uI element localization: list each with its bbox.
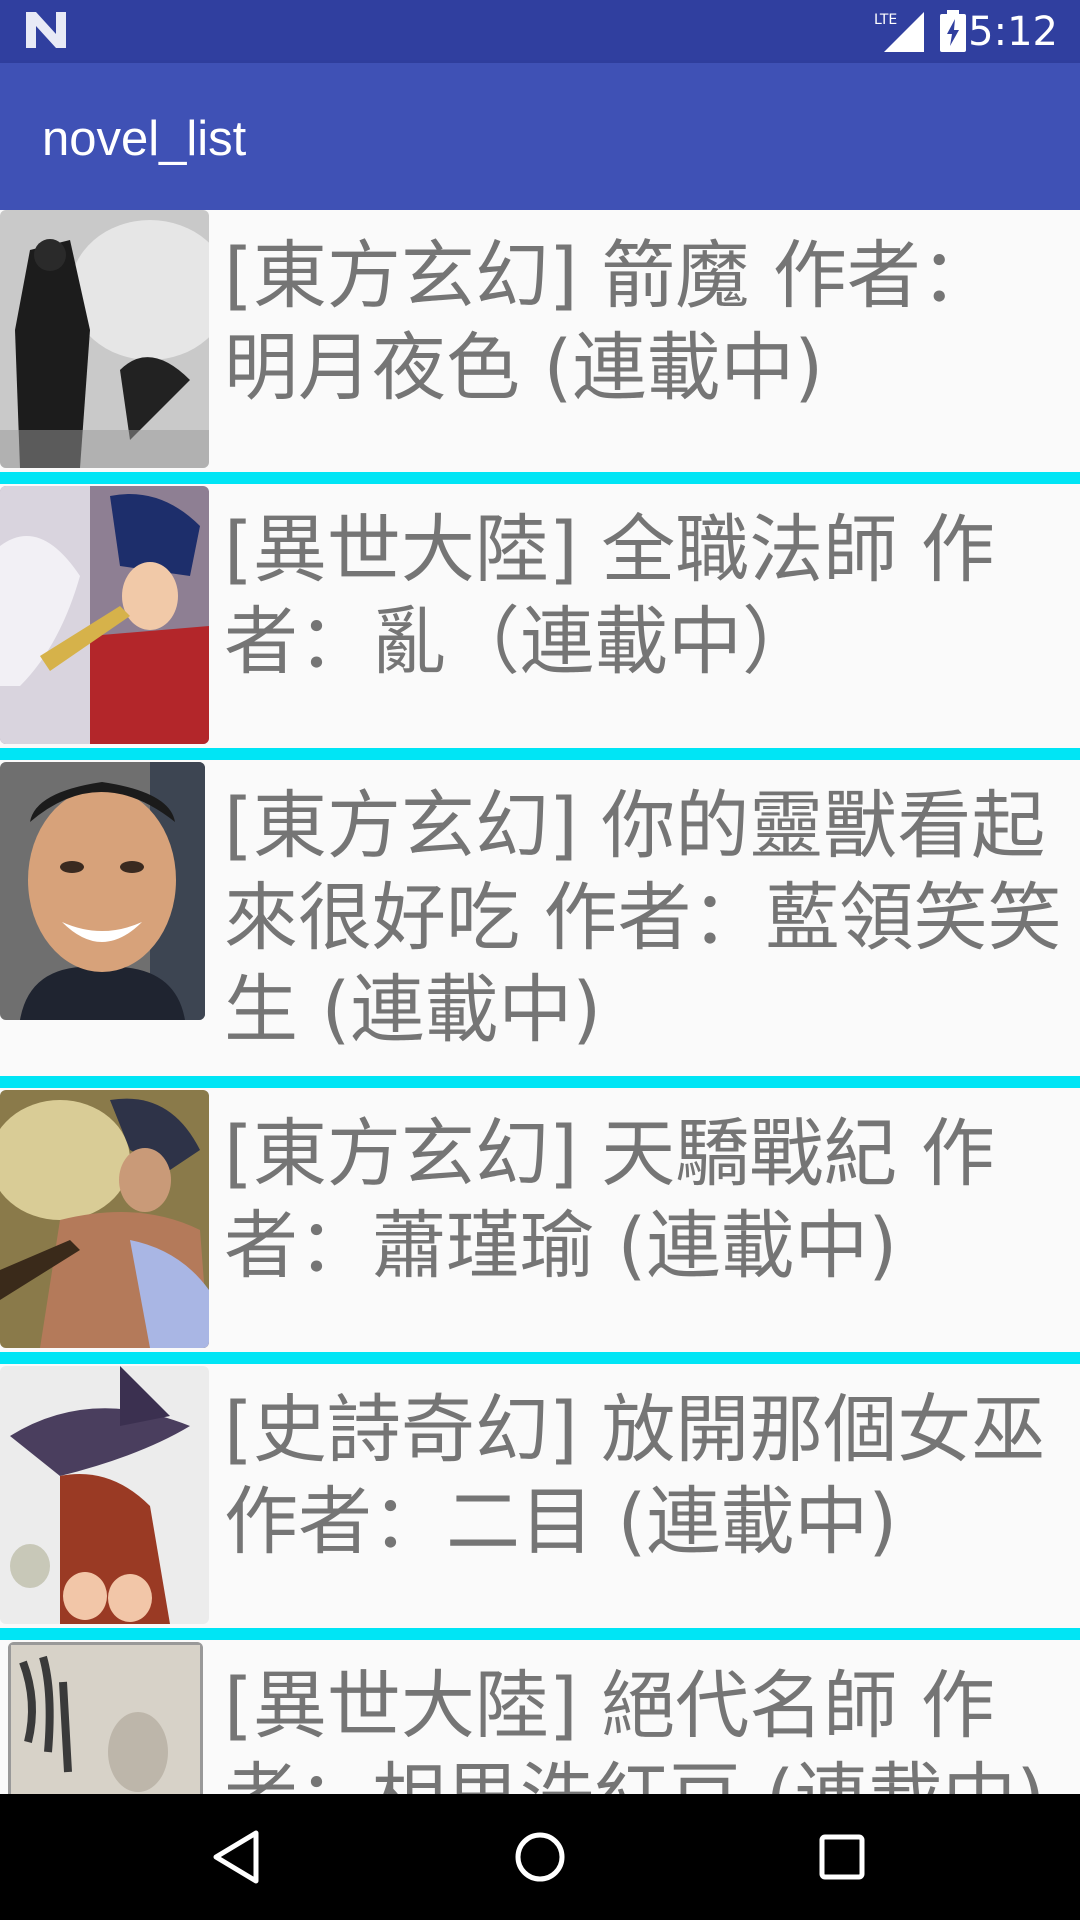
status-bar: LTE 5:12	[0, 0, 1080, 63]
cover-art-anime-mages	[0, 486, 209, 744]
cover-art-warrior	[0, 1090, 209, 1348]
app-title: novel_list	[42, 112, 247, 166]
novel-cover-image	[0, 486, 209, 744]
list-divider	[0, 472, 1080, 484]
novel-cover-image	[0, 1366, 209, 1624]
novel-list-item[interactable]: [史詩奇幻] 放開那個女巫 作者：二目 (連載中)	[0, 1364, 1080, 1628]
novel-title: [異世大陸] 全職法師 作者：亂（連載中）	[224, 507, 995, 685]
novel-list-item[interactable]: [東方玄幻] 你的靈獸看起來很好吃 作者：藍領笑笑生 (連載中)	[0, 760, 1080, 1076]
novel-list-item[interactable]: [東方玄幻] 箭魔 作者：明月夜色 (連載中)	[0, 210, 1080, 472]
novel-title: [東方玄幻] 你的靈獸看起來很好吃 作者：藍領笑笑生 (連載中)	[224, 783, 1062, 1053]
novel-list-item[interactable]: [東方玄幻] 天驕戰紀 作者：蕭瑾瑜 (連載中)	[0, 1088, 1080, 1352]
novel-title: [東方玄幻] 天驕戰紀 作者：蕭瑾瑜 (連載中)	[224, 1111, 995, 1289]
novel-title: [史詩奇幻] 放開那個女巫 作者：二目 (連載中)	[224, 1387, 1046, 1565]
recents-square-icon[interactable]	[810, 1825, 874, 1889]
n-logo-icon	[26, 12, 66, 48]
list-divider	[0, 1352, 1080, 1364]
lte-signal-icon: LTE	[874, 12, 924, 52]
novel-cover-image	[0, 762, 205, 1020]
list-divider	[0, 1076, 1080, 1088]
lte-label: LTE	[874, 12, 897, 28]
cover-art-dark-warrior	[0, 210, 209, 468]
app-bar: novel_list	[0, 63, 1080, 210]
cover-art-witch	[0, 1366, 209, 1624]
novel-list-item[interactable]: [異世大陸] 全職法師 作者：亂（連載中）	[0, 484, 1080, 748]
novel-cover-image	[0, 1090, 209, 1348]
novel-cover-image	[0, 210, 209, 468]
list-divider	[0, 748, 1080, 760]
novel-title: [東方玄幻] 箭魔 作者：明月夜色 (連載中)	[224, 233, 995, 411]
status-time: 5:12	[968, 9, 1058, 55]
navigation-bar	[0, 1794, 1080, 1920]
back-triangle-icon[interactable]	[206, 1825, 270, 1889]
battery-charging-icon	[940, 10, 966, 52]
list-divider	[0, 1628, 1080, 1640]
author-portrait-photo	[0, 762, 205, 1020]
home-circle-icon[interactable]	[508, 1825, 572, 1889]
